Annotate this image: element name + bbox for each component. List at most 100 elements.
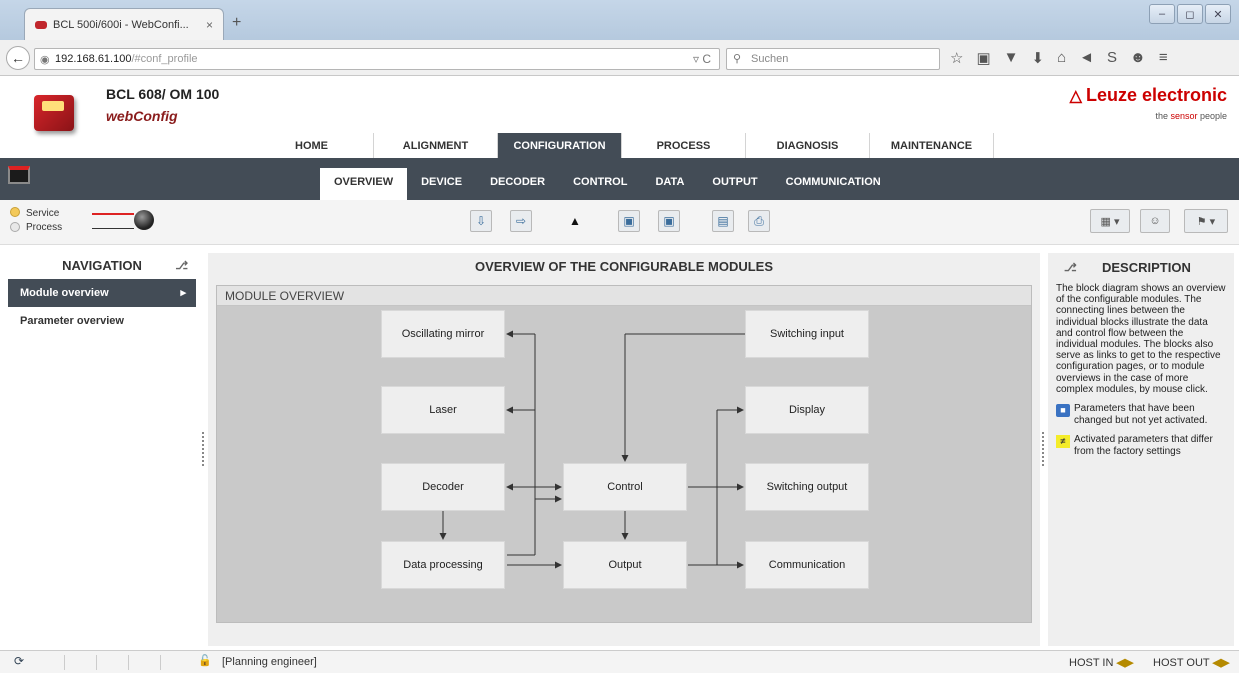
host-out-arrows-icon: ◀▶	[1212, 657, 1230, 669]
tagline-post: people	[1197, 111, 1227, 121]
tab-process[interactable]: PROCESS	[622, 133, 746, 158]
brand-tagline: the sensor people	[1155, 111, 1227, 121]
hello-icon[interactable]: ☻	[1130, 49, 1146, 67]
browser-tab[interactable]: BCL 500i/600i - WebConfi... ×	[24, 8, 224, 40]
tagline-pre: the	[1155, 111, 1171, 121]
home-icon[interactable]: ⌂	[1057, 49, 1066, 67]
import-icon[interactable]: ⇩	[470, 210, 492, 232]
subtab-data[interactable]: DATA	[641, 168, 698, 200]
block-switching-input[interactable]: Switching input	[745, 310, 869, 358]
main-tabs: HOME ALIGNMENT CONFIGURATION PROCESS DIA…	[250, 133, 994, 158]
mode-switch-knob[interactable]	[134, 210, 154, 230]
block-switching-output[interactable]: Switching output	[745, 463, 869, 511]
host-out-label: HOST OUT	[1153, 657, 1210, 669]
legend-differ-text: Activated parameters that differ from th…	[1074, 434, 1213, 457]
back-button[interactable]: ←	[6, 46, 30, 70]
block-decoder[interactable]: Decoder	[381, 463, 505, 511]
app-subtitle: webConfig	[106, 108, 178, 124]
nav-item-parameter-overview[interactable]: Parameter overview	[8, 307, 196, 335]
process-line	[92, 228, 134, 229]
navigation-panel: NAVIGATION ⎇ Module overview ▸ Parameter…	[8, 253, 196, 646]
reload-icon[interactable]: ▿ C	[693, 52, 711, 66]
block-laser[interactable]: Laser	[381, 386, 505, 434]
subtab-device[interactable]: DEVICE	[407, 168, 476, 200]
users-icon[interactable]: ☺	[1140, 209, 1170, 233]
close-window-button[interactable]: ✕	[1205, 4, 1231, 24]
pin-icon[interactable]: ⎇	[1064, 259, 1077, 277]
tab-diagnosis[interactable]: DIAGNOSIS	[746, 133, 870, 158]
host-out-indicator: HOST OUT ◀▶	[1153, 656, 1229, 669]
navigation-header: NAVIGATION ⎇	[8, 253, 196, 279]
legend-changed: ■ Parameters that have been changed but …	[1056, 403, 1226, 426]
export-icon[interactable]: ⇨	[510, 210, 532, 232]
url-host: 192.168.61.100	[55, 53, 132, 65]
tab-close-icon[interactable]: ×	[206, 18, 213, 32]
menu-icon[interactable]: ≡	[1159, 49, 1168, 67]
new-tab-button[interactable]: +	[232, 14, 241, 32]
tab-configuration[interactable]: CONFIGURATION	[498, 133, 622, 158]
subtab-decoder[interactable]: DECODER	[476, 168, 559, 200]
module-overview-box: MODULE OVERVIEW Oscillating mirror Laser…	[216, 285, 1032, 623]
service-led-icon	[10, 207, 20, 217]
unlock-icon[interactable]: 🔓	[198, 654, 212, 667]
bookmark-star-icon[interactable]: ☆	[950, 49, 963, 67]
save-file-icon[interactable]: ▤	[712, 210, 734, 232]
left-splitter-handle[interactable]	[202, 432, 204, 466]
refresh-icon[interactable]: ⟳	[14, 654, 24, 668]
tab-home[interactable]: HOME	[250, 133, 374, 158]
nav-item-module-overview[interactable]: Module overview ▸	[8, 279, 196, 307]
download-device-icon[interactable]: ▣	[658, 210, 680, 232]
download-icon[interactable]: ⬇	[1032, 49, 1045, 67]
tab-maintenance[interactable]: MAINTENANCE	[870, 133, 994, 158]
module-overview-header: MODULE OVERVIEW	[217, 286, 1031, 306]
save-disk-icon: ■	[1056, 404, 1070, 418]
brand-name: Leuze electronic	[1085, 85, 1227, 105]
nav-item-label: Module overview	[20, 287, 109, 299]
language-flag-dropdown-icon[interactable]: ⚑ ▾	[1184, 209, 1228, 233]
toolbar: Service Process ⇩ ⇨ ▲ ▣ ▣ ▤ ⎙ ▦ ▾ ☺ ⚑ ▾	[0, 200, 1239, 245]
upload-device-icon[interactable]: ▣	[618, 210, 640, 232]
legend-differ: ≠ Activated parameters that differ from …	[1056, 434, 1226, 457]
subtab-communication[interactable]: COMMUNICATION	[772, 168, 895, 200]
not-equal-icon: ≠	[1056, 435, 1070, 449]
minimize-button[interactable]: –	[1149, 4, 1175, 24]
host-in-label: HOST IN	[1069, 657, 1114, 669]
skype-icon[interactable]: S	[1107, 49, 1117, 67]
view-dropdown-icon[interactable]: ▦ ▾	[1090, 209, 1130, 233]
subtab-overview[interactable]: OVERVIEW	[320, 168, 408, 200]
subtab-control[interactable]: CONTROL	[559, 168, 641, 200]
recycle-icon[interactable]: ▲	[564, 210, 586, 232]
block-data-processing[interactable]: Data processing	[381, 541, 505, 589]
search-icon: ⚲	[733, 53, 742, 65]
pocket-icon[interactable]: ▼	[1004, 49, 1019, 67]
tab-alignment[interactable]: ALIGNMENT	[374, 133, 498, 158]
reading-list-icon[interactable]: ▣	[976, 49, 990, 67]
block-communication[interactable]: Communication	[745, 541, 869, 589]
print-icon[interactable]: ⎙	[748, 210, 770, 232]
block-display[interactable]: Display	[745, 386, 869, 434]
send-icon[interactable]: ◄	[1079, 49, 1094, 67]
monitor-icon[interactable]	[8, 166, 30, 184]
host-in-arrows-icon: ◀▶	[1116, 657, 1134, 669]
description-text: The block diagram shows an overview of t…	[1056, 283, 1226, 395]
pin-icon[interactable]: ⎇	[175, 253, 188, 279]
device-image	[34, 95, 74, 131]
maximize-button[interactable]: ◻	[1177, 4, 1203, 24]
leuze-triangle-icon: △	[1069, 88, 1082, 105]
description-panel: ⎇ DESCRIPTION The block diagram shows an…	[1048, 253, 1234, 646]
url-bar[interactable]: ◉ 192.168.61.100/#conf_profile ▿ C	[34, 48, 720, 70]
block-oscillating-mirror[interactable]: Oscillating mirror	[381, 310, 505, 358]
navigation-title: NAVIGATION	[62, 258, 142, 273]
search-input[interactable]: ⚲ Suchen	[726, 48, 940, 70]
right-splitter-handle[interactable]	[1042, 432, 1044, 466]
search-placeholder: Suchen	[751, 53, 789, 65]
subtab-output[interactable]: OUTPUT	[698, 168, 771, 200]
block-control[interactable]: Control	[563, 463, 687, 511]
description-title: DESCRIPTION	[1102, 260, 1191, 275]
service-label: Service	[26, 208, 60, 219]
divider	[160, 655, 161, 670]
process-led-icon	[10, 222, 20, 232]
block-output[interactable]: Output	[563, 541, 687, 589]
url-path: /#conf_profile	[131, 53, 198, 65]
globe-icon: ◉	[40, 54, 50, 66]
